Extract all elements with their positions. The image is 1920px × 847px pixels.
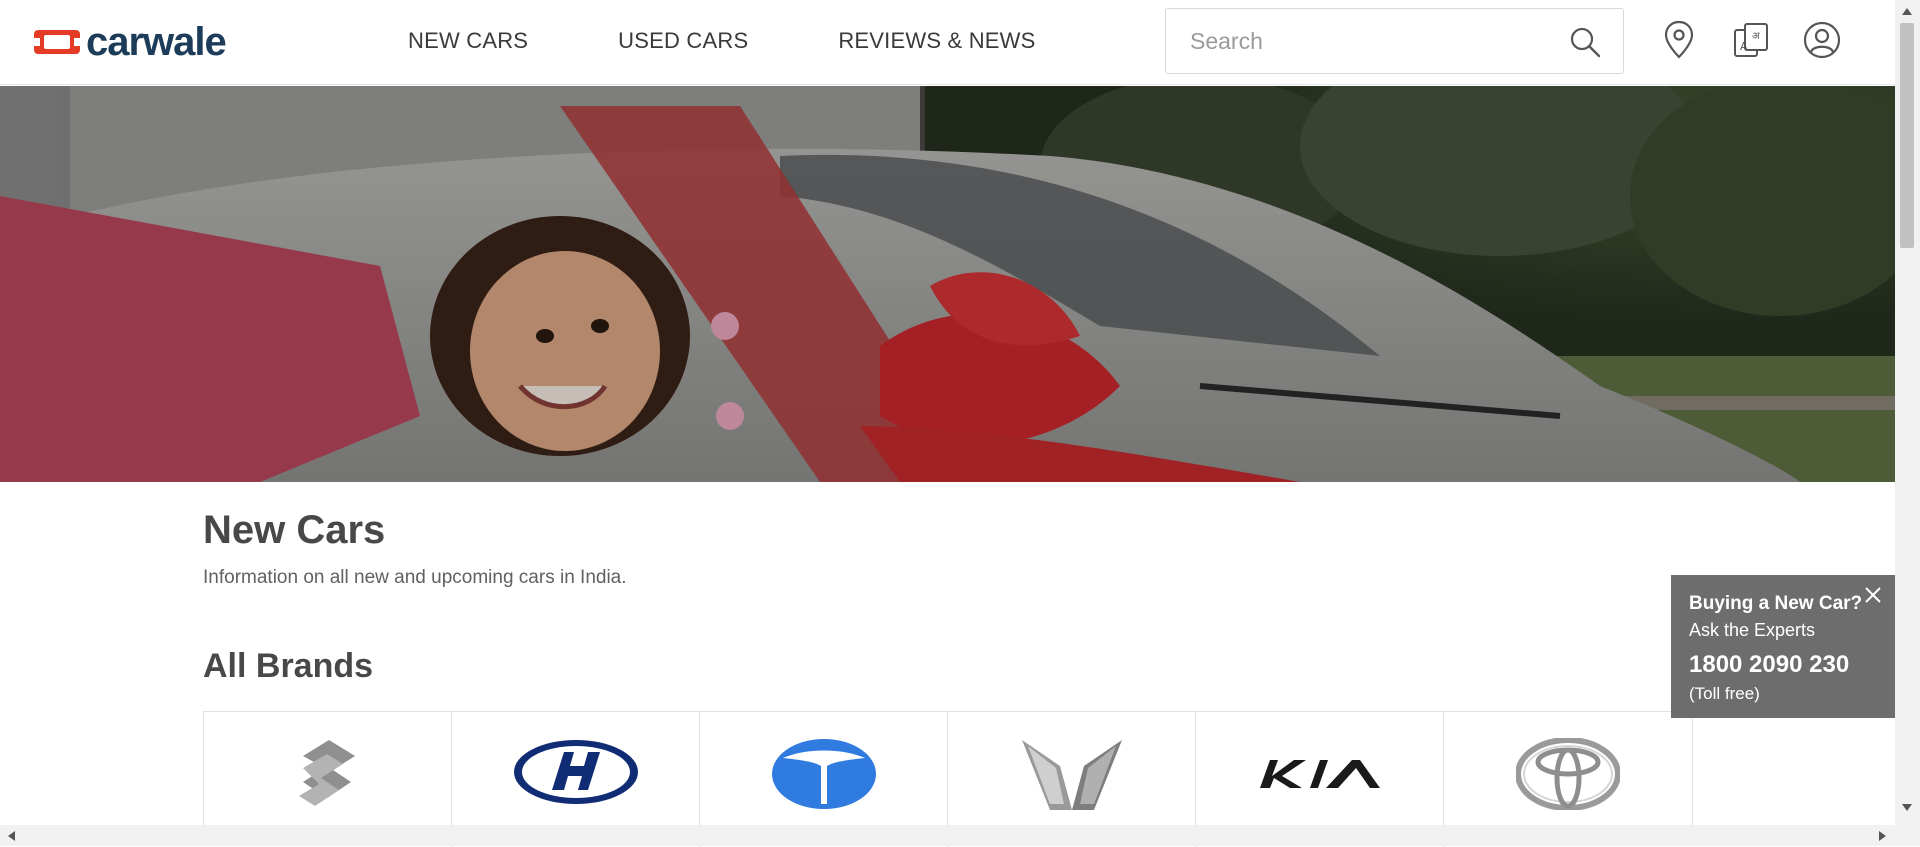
scroll-right-arrow-icon[interactable] <box>1878 830 1888 842</box>
nav-used-cars[interactable]: USED CARS <box>618 28 748 54</box>
logo-text: carwale <box>86 20 227 64</box>
mahindra-logo-icon <box>1021 740 1122 810</box>
kia-logo-icon <box>1259 760 1380 788</box>
carwale-logo-mark-icon <box>34 30 80 54</box>
horizontal-scrollbar[interactable] <box>0 825 1920 846</box>
expert-card-phone[interactable]: 1800 2090 230 <box>1689 651 1895 679</box>
ask-experts-card[interactable]: Buying a New Car? Ask the Experts 1800 2… <box>1671 575 1895 718</box>
user-account-icon[interactable] <box>1800 18 1844 62</box>
search-box <box>1165 8 1624 74</box>
main-nav: NEW CARS USED CARS REVIEWS & NEWS <box>408 0 1126 82</box>
vertical-scrollbar[interactable] <box>1895 0 1920 825</box>
svg-text:अ: अ <box>1752 31 1760 42</box>
page-description: Information on all new and upcoming cars… <box>203 567 627 588</box>
scroll-left-arrow-icon[interactable] <box>6 830 16 842</box>
language-icon[interactable]: A अ <box>1729 18 1773 62</box>
hero-banner <box>0 86 1895 482</box>
hero-image <box>0 86 1895 482</box>
close-icon[interactable] <box>1863 585 1883 605</box>
svg-text:A: A <box>1740 40 1748 53</box>
site-header: carwale NEW CARS USED CARS REVIEWS & NEW… <box>0 0 1895 85</box>
all-brands-heading: All Brands <box>203 647 374 685</box>
suzuki-logo-icon <box>298 740 355 806</box>
nav-reviews-news[interactable]: REVIEWS & NEWS <box>838 28 1035 54</box>
scroll-down-arrow-icon[interactable] <box>1901 803 1913 813</box>
search-input[interactable] <box>1166 9 1570 73</box>
toyota-logo-icon <box>1516 738 1620 810</box>
location-pin-icon[interactable] <box>1657 18 1701 62</box>
hyundai-logo-icon <box>513 740 638 804</box>
page-title: New Cars <box>203 508 386 552</box>
expert-card-note: (Toll free) <box>1689 684 1760 703</box>
nav-new-cars[interactable]: NEW CARS <box>408 28 528 54</box>
carwale-logo[interactable]: carwale <box>34 20 227 64</box>
search-icon[interactable] <box>1569 26 1601 58</box>
vertical-scroll-thumb[interactable] <box>1900 23 1914 248</box>
scroll-up-arrow-icon[interactable] <box>1901 6 1913 16</box>
expert-card-subtitle: Ask the Experts <box>1689 620 1816 640</box>
tata-logo-icon <box>771 739 876 809</box>
